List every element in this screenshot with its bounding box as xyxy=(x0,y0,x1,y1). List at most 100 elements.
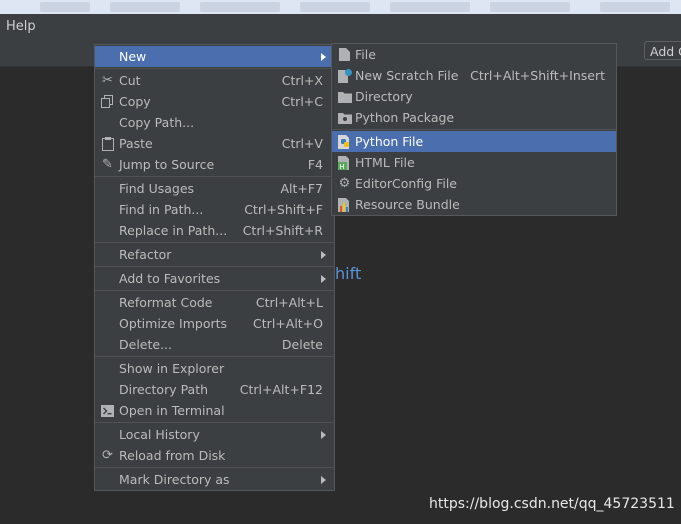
menu-item-jump-to-source[interactable]: ✎ Jump to Source F4 xyxy=(95,154,334,175)
menu-item-copy[interactable]: Copy Ctrl+C xyxy=(95,91,334,112)
menu-item-local-history[interactable]: Local History xyxy=(95,424,334,445)
menu-item-shortcut: Ctrl+Shift+F xyxy=(244,202,323,217)
menu-item-label: Paste xyxy=(119,136,153,151)
submenu-arrow-icon xyxy=(321,53,326,61)
submenu-item-html-file[interactable]: H HTML File xyxy=(332,152,616,173)
submenu-item-resource-bundle[interactable]: Resource Bundle xyxy=(332,194,616,215)
menu-item-show-in-explorer[interactable]: Show in Explorer xyxy=(95,358,334,379)
menu-item-directory-path[interactable]: Directory Path Ctrl+Alt+F12 xyxy=(95,379,334,400)
menu-item-label: Refactor xyxy=(119,247,172,262)
submenu-item-python-package[interactable]: Python Package xyxy=(332,107,616,128)
gear-icon: ⚙ xyxy=(338,176,351,191)
menu-separator xyxy=(95,356,334,357)
menu-item-add-to-favorites[interactable]: Add to Favorites xyxy=(95,268,334,289)
menu-item-replace-in-path[interactable]: Replace in Path... Ctrl+Shift+R xyxy=(95,220,334,241)
submenu-arrow-icon xyxy=(321,476,326,484)
submenu-item-label: Python File xyxy=(355,134,424,149)
menu-item-delete[interactable]: Delete... Delete xyxy=(95,334,334,355)
taskbar-tab[interactable] xyxy=(490,2,570,12)
pencil-icon: ✎ xyxy=(102,157,113,172)
menu-item-refactor[interactable]: Refactor xyxy=(95,244,334,265)
scissors-icon: ✂ xyxy=(102,73,113,88)
terminal-icon xyxy=(100,403,115,418)
context-menu: New ✂ Cut Ctrl+X Copy Ctrl+C Copy Path..… xyxy=(94,44,335,491)
menu-item-new[interactable]: New xyxy=(95,46,334,67)
menu-item-label: Directory Path xyxy=(119,382,209,397)
editor-hint-text: hift xyxy=(335,264,362,283)
add-configuration-button[interactable]: Add C xyxy=(644,41,681,60)
submenu-item-python-file[interactable]: Python File xyxy=(332,131,616,152)
taskbar-tab[interactable] xyxy=(300,2,370,12)
menu-item-open-in-terminal[interactable]: Open in Terminal xyxy=(95,400,334,421)
menu-item-paste[interactable]: Paste Ctrl+V xyxy=(95,133,334,154)
menu-separator xyxy=(95,467,334,468)
html-icon: H xyxy=(337,155,352,170)
submenu-arrow-icon xyxy=(321,431,326,439)
menu-item-label: Reformat Code xyxy=(119,295,213,310)
menu-item-shortcut: Ctrl+C xyxy=(281,94,323,109)
menu-item-shortcut: Ctrl+V xyxy=(281,136,323,151)
menu-item-label: New xyxy=(119,49,147,64)
menu-item-label: Local History xyxy=(119,427,200,442)
menu-item-label: Find in Path... xyxy=(119,202,204,217)
taskbar-tab[interactable] xyxy=(40,2,90,12)
menu-item-label: Open in Terminal xyxy=(119,403,225,418)
submenu-item-editorconfig-file[interactable]: ⚙ EditorConfig File xyxy=(332,173,616,194)
watermark: https://blog.csdn.net/qq_45723511 xyxy=(429,496,675,512)
file-icon xyxy=(337,47,352,62)
menu-item-shortcut: Ctrl+Alt+O xyxy=(253,316,323,331)
menu-item-find-in-path[interactable]: Find in Path... Ctrl+Shift+F xyxy=(95,199,334,220)
menu-item-shortcut: Ctrl+Alt+F12 xyxy=(239,382,323,397)
submenu-item-label: HTML File xyxy=(355,155,415,170)
python-icon xyxy=(337,134,352,149)
resource-bundle-icon xyxy=(337,197,352,212)
menu-item-optimize-imports[interactable]: Optimize Imports Ctrl+Alt+O xyxy=(95,313,334,334)
menu-separator xyxy=(95,68,334,69)
menu-item-mark-directory-as[interactable]: Mark Directory as xyxy=(95,469,334,490)
menu-item-cut[interactable]: ✂ Cut Ctrl+X xyxy=(95,70,334,91)
menu-item-label: Jump to Source xyxy=(119,157,215,172)
submenu-item-label: Python Package xyxy=(355,110,455,125)
menu-separator xyxy=(95,242,334,243)
menu-item-label: Copy xyxy=(119,94,151,109)
new-submenu: File New Scratch File Ctrl+Alt+Shift+Ins… xyxy=(331,43,617,216)
copy-icon xyxy=(100,94,115,109)
submenu-item-new-scratch-file[interactable]: New Scratch File Ctrl+Alt+Shift+Insert xyxy=(332,65,616,86)
menu-item-find-usages[interactable]: Find Usages Alt+F7 xyxy=(95,178,334,199)
taskbar-tab[interactable] xyxy=(200,2,280,12)
scratch-file-icon xyxy=(337,68,352,83)
menu-item-label: Optimize Imports xyxy=(119,316,228,331)
menu-item-label: Add to Favorites xyxy=(119,271,221,286)
menu-help[interactable]: Help xyxy=(6,19,36,34)
menu-item-label: Find Usages xyxy=(119,181,195,196)
menu-item-shortcut: Ctrl+Alt+L xyxy=(255,295,323,310)
menu-item-label: Delete... xyxy=(119,337,172,352)
menu-separator xyxy=(332,129,616,130)
menu-item-reload-from-disk[interactable]: ⟳ Reload from Disk xyxy=(95,445,334,466)
menu-separator xyxy=(95,176,334,177)
os-taskbar xyxy=(0,0,681,14)
taskbar-tab[interactable] xyxy=(390,2,470,12)
menu-separator xyxy=(95,266,334,267)
submenu-arrow-icon xyxy=(321,251,326,259)
menu-item-label: Reload from Disk xyxy=(119,448,226,463)
submenu-item-label: New Scratch File xyxy=(355,68,459,83)
menu-separator xyxy=(95,290,334,291)
submenu-arrow-icon xyxy=(321,275,326,283)
folder-icon xyxy=(337,89,352,104)
menu-item-label: Mark Directory as xyxy=(119,472,230,487)
menu-item-label: Show in Explorer xyxy=(119,361,225,376)
taskbar-tab[interactable] xyxy=(600,2,670,12)
taskbar-tab[interactable] xyxy=(110,2,180,12)
submenu-item-label: File xyxy=(355,47,376,62)
menu-bar: Help xyxy=(0,14,681,40)
submenu-item-label: Resource Bundle xyxy=(355,197,460,212)
menu-item-reformat-code[interactable]: Reformat Code Ctrl+Alt+L xyxy=(95,292,334,313)
clipboard-icon xyxy=(100,136,115,151)
menu-item-shortcut: Alt+F7 xyxy=(280,181,323,196)
menu-item-shortcut: Delete xyxy=(281,337,323,352)
submenu-item-directory[interactable]: Directory xyxy=(332,86,616,107)
submenu-item-file[interactable]: File xyxy=(332,44,616,65)
menu-item-shortcut: F4 xyxy=(307,157,323,172)
menu-item-copy-path[interactable]: Copy Path... xyxy=(95,112,334,133)
